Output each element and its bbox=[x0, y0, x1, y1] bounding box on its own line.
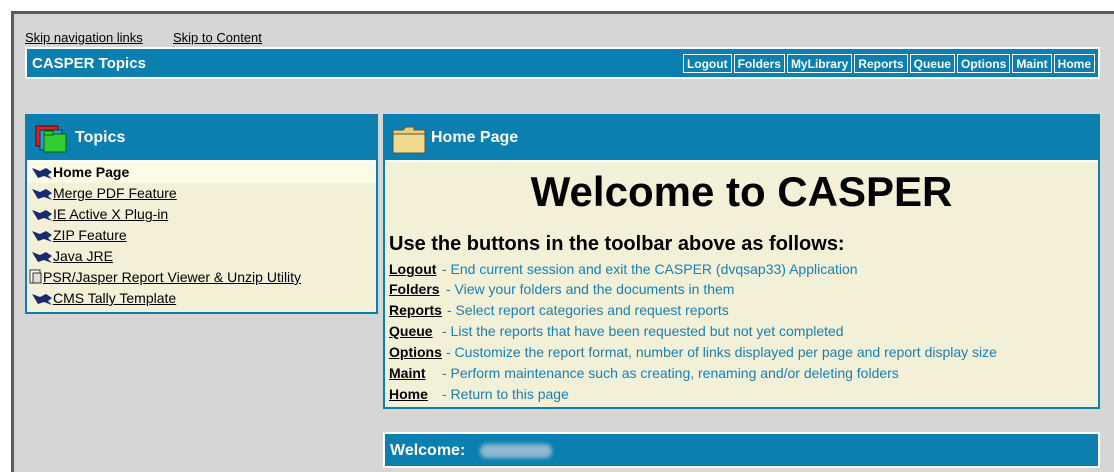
topics-panel: Topics Home Page Merge PDF Feature IE Ac… bbox=[25, 114, 378, 314]
logout-button[interactable]: Logout bbox=[682, 54, 732, 73]
queue-link[interactable]: Queue bbox=[389, 321, 442, 341]
command-description: - Perform maintenance such as creating, … bbox=[442, 365, 899, 381]
topic-link[interactable]: PSR/Jasper Report Viewer & Unzip Utility bbox=[43, 269, 301, 285]
user-name-redacted bbox=[480, 444, 552, 458]
topic-cms-tally[interactable]: CMS Tally Template bbox=[27, 288, 376, 309]
queue-button[interactable]: Queue bbox=[909, 54, 955, 73]
topic-link[interactable]: Merge PDF Feature bbox=[53, 185, 177, 201]
topic-psr-jasper[interactable]: PSR/Jasper Report Viewer & Unzip Utility bbox=[27, 267, 376, 288]
topic-link[interactable]: ZIP Feature bbox=[53, 227, 127, 243]
pushpin-icon bbox=[30, 207, 54, 227]
topics-panel-title: Topics bbox=[75, 129, 126, 146]
reports-link[interactable]: Reports bbox=[389, 300, 447, 320]
app-titlebar: CASPER Topics Logout Folders MyLibrary R… bbox=[25, 47, 1100, 79]
topic-link[interactable]: IE Active X Plug-in bbox=[53, 206, 168, 222]
reports-button[interactable]: Reports bbox=[854, 54, 908, 73]
topic-link[interactable]: Java JRE bbox=[53, 248, 113, 264]
pushpin-icon bbox=[30, 228, 54, 248]
welcome-bar: Welcome: bbox=[383, 432, 1100, 468]
topic-label: Home Page bbox=[53, 164, 130, 180]
folders-button[interactable]: Folders bbox=[733, 54, 785, 73]
skip-content-link[interactable]: Skip to Content bbox=[173, 30, 262, 45]
welcome-label: Welcome: bbox=[390, 442, 466, 459]
topic-merge-pdf[interactable]: Merge PDF Feature bbox=[27, 183, 376, 204]
topics-panel-header: Topics bbox=[27, 116, 376, 162]
topic-ie-activex[interactable]: IE Active X Plug-in bbox=[27, 204, 376, 225]
home-button[interactable]: Home bbox=[1053, 54, 1095, 73]
maint-link[interactable]: Maint bbox=[389, 363, 442, 383]
report-viewer-icon bbox=[29, 269, 43, 290]
command-row: Logout - End current session and exit the… bbox=[389, 259, 858, 279]
app-title: CASPER Topics bbox=[32, 55, 146, 72]
options-link[interactable]: Options bbox=[389, 342, 446, 362]
topic-link[interactable]: CMS Tally Template bbox=[53, 290, 176, 306]
command-row: Options - Customize the report format, nu… bbox=[389, 342, 997, 362]
command-description: - List the reports that have been reques… bbox=[442, 323, 844, 339]
command-description: - Customize the report format, number of… bbox=[446, 344, 997, 360]
topic-home-page[interactable]: Home Page bbox=[27, 162, 376, 183]
command-description: - View your folders and the documents in… bbox=[446, 281, 735, 297]
pushpin-icon bbox=[30, 165, 54, 185]
toolbar: Logout Folders MyLibrary Reports Queue O… bbox=[682, 54, 1095, 73]
folder-icon bbox=[392, 124, 426, 159]
command-description: - Return to this page bbox=[442, 386, 569, 402]
logout-link[interactable]: Logout bbox=[389, 259, 442, 279]
options-button[interactable]: Options bbox=[956, 54, 1011, 73]
topic-zip-feature[interactable]: ZIP Feature bbox=[27, 225, 376, 246]
maint-button[interactable]: Maint bbox=[1012, 54, 1052, 73]
command-row: Home - Return to this page bbox=[389, 384, 569, 404]
home-page-panel-header: Home Page bbox=[385, 116, 1098, 162]
command-row: Reports - Select report categories and re… bbox=[389, 300, 729, 320]
home-link[interactable]: Home bbox=[389, 384, 442, 404]
command-description: - Select report categories and request r… bbox=[447, 302, 729, 318]
home-page-panel: Home Page Welcome to CASPER Use the butt… bbox=[383, 114, 1100, 409]
home-page-panel-title: Home Page bbox=[431, 129, 519, 146]
command-row: Maint - Perform maintenance such as creat… bbox=[389, 363, 899, 383]
folders-link[interactable]: Folders bbox=[389, 279, 446, 299]
mylibrary-button[interactable]: MyLibrary bbox=[786, 54, 853, 73]
command-row: Folders - View your folders and the docum… bbox=[389, 279, 734, 299]
command-description: - End current session and exit the CASPE… bbox=[442, 261, 858, 277]
topic-java-jre[interactable]: Java JRE bbox=[27, 246, 376, 267]
topics-folder-icon bbox=[34, 122, 68, 159]
skip-nav-link[interactable]: Skip navigation links bbox=[25, 30, 143, 45]
pushpin-icon bbox=[30, 186, 54, 206]
pushpin-icon bbox=[30, 291, 54, 311]
pushpin-icon bbox=[30, 249, 54, 269]
instructions-heading: Use the buttons in the toolbar above as … bbox=[389, 233, 845, 255]
command-row: Queue - List the reports that have been r… bbox=[389, 321, 844, 341]
welcome-heading: Welcome to CASPER bbox=[530, 168, 953, 215]
